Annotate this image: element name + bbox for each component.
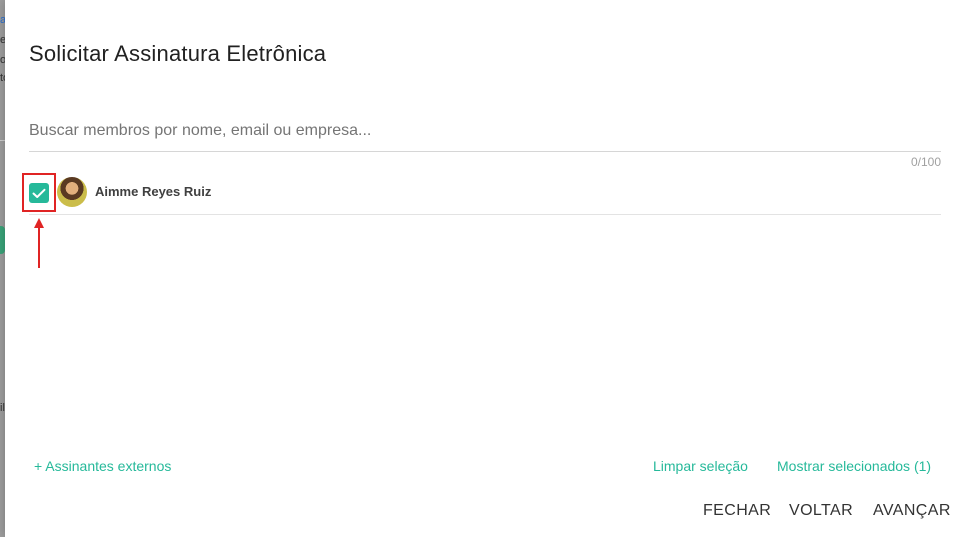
search-char-counter: 0/100 <box>910 155 941 169</box>
next-button[interactable]: AVANÇAR <box>873 502 951 520</box>
dialog-title: Solicitar Assinatura Eletrônica <box>29 41 327 66</box>
member-search-input[interactable] <box>29 112 941 150</box>
member-search-field[interactable] <box>29 112 941 152</box>
member-name: Aimme Reyes Ruiz <box>95 184 212 199</box>
annotation-highlight-box <box>22 173 56 212</box>
add-external-signers-link[interactable]: + Assinantes externos <box>34 458 171 474</box>
annotation-arrow-icon <box>34 218 44 268</box>
clear-selection-link[interactable]: Limpar seleção <box>653 458 748 474</box>
member-avatar <box>57 177 87 207</box>
back-button[interactable]: VOLTAR <box>789 502 853 520</box>
show-selected-link[interactable]: Mostrar selecionados (1) <box>777 458 931 474</box>
signature-request-dialog: Solicitar Assinatura Eletrônica 0/100 Ai… <box>5 0 966 537</box>
close-button[interactable]: FECHAR <box>703 502 771 520</box>
member-list-item[interactable]: Aimme Reyes Ruiz <box>29 173 941 215</box>
